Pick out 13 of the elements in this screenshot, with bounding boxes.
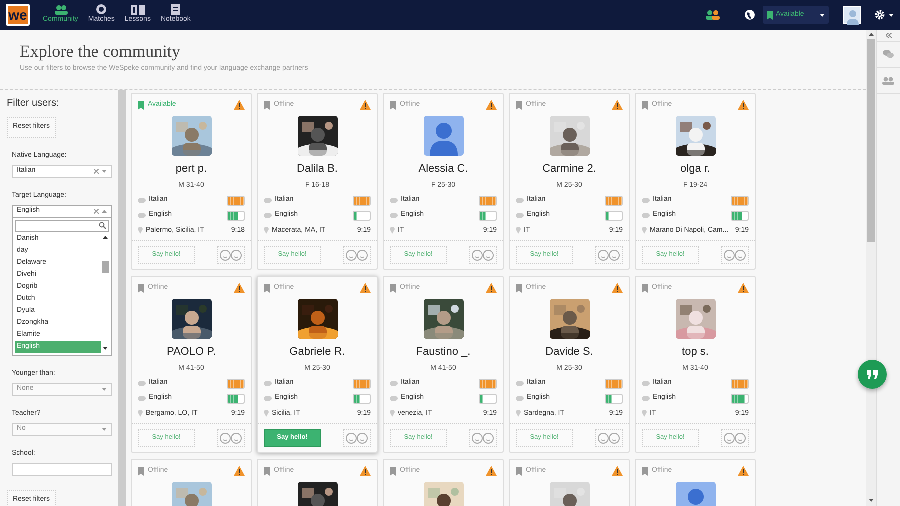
user-name: top s. xyxy=(681,344,710,360)
user-name: Faustino _. xyxy=(415,344,472,360)
user-name: Carmine 2. xyxy=(542,162,598,176)
user-name: Gabriele R. xyxy=(288,344,346,360)
user-name: PAOLO P. xyxy=(166,344,218,360)
logo[interactable]: we xyxy=(6,4,30,26)
user-name: Alessia C. xyxy=(418,162,470,176)
page-title: Explore the community xyxy=(20,42,182,62)
user-name: Davide S. xyxy=(544,344,594,360)
user-name: pert p. xyxy=(174,162,208,176)
user-name: olga r. xyxy=(680,162,712,176)
user-name: Dalila B. xyxy=(296,162,339,176)
filter-title: Filter users: xyxy=(7,97,60,111)
